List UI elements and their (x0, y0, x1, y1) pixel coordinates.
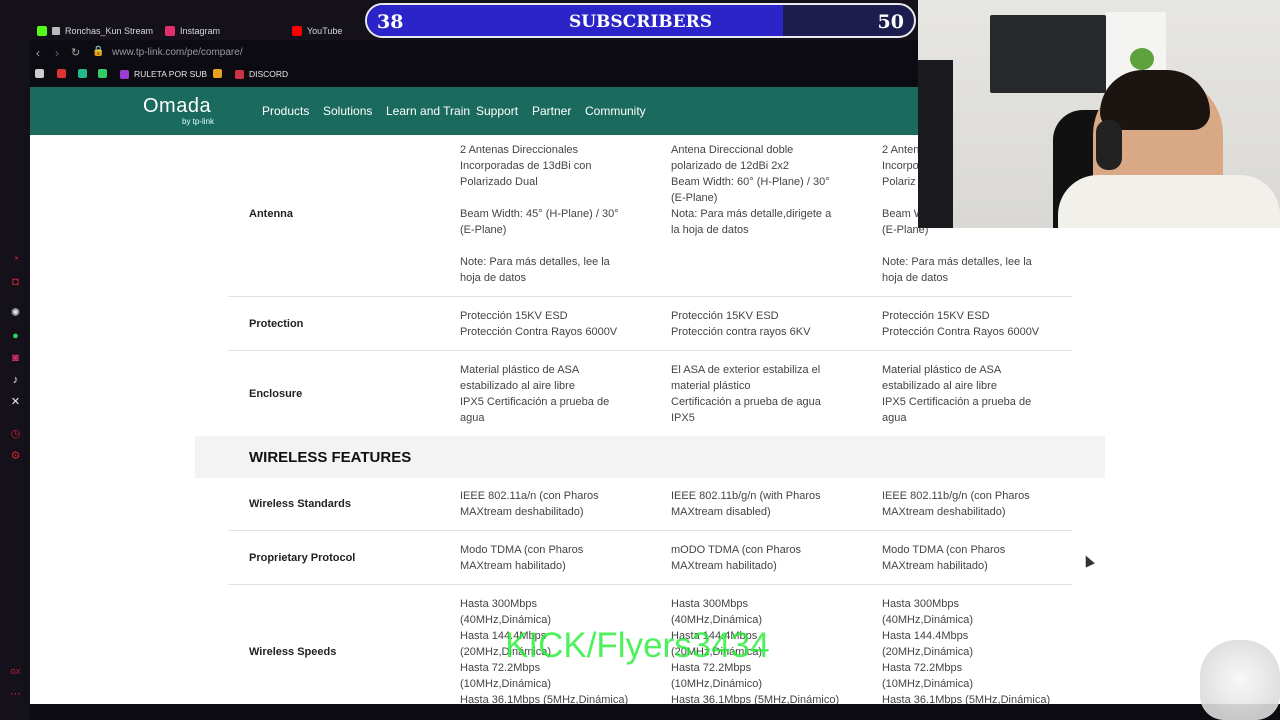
subscriber-goal: 50 (877, 11, 904, 33)
stream-screen: ◯ ◔ ◘ ✺ ● ◙ ♪ ✕ ◷ ⚙ GX ⋯ Ronchas_Kun Str… (0, 0, 1280, 720)
glass-object (1200, 640, 1280, 720)
url-field[interactable]: www.tp-link.com/pe/compare/ (112, 47, 243, 58)
bookmarks-bar: RULETA POR SUB DISCORD (30, 66, 918, 84)
spec-cell: El ASA de exterior estabiliza el materia… (671, 364, 821, 424)
nav-community[interactable]: Community (585, 104, 646, 118)
bookmark-icon-4[interactable] (98, 69, 107, 78)
tab-label: Ronchas_Kun Stream (65, 26, 154, 36)
nav-support[interactable]: Support (476, 104, 518, 118)
shirt-shape (1058, 175, 1280, 228)
spec-cell: mODO TDMA (con Pharos MAXtream habilitad… (671, 544, 801, 572)
logo-tagline: by tp-link (182, 117, 215, 126)
spec-cell: IEEE 802.11b/g/n (with Pharos MAXtream d… (671, 490, 821, 518)
browser-sidebar: ◯ ◔ ◘ ✺ ● ◙ ♪ ✕ ◷ ⚙ GX ⋯ (0, 0, 30, 720)
whatsapp-icon[interactable]: ● (9, 330, 22, 343)
plant-shape (1130, 48, 1154, 70)
kick-icon (37, 26, 47, 36)
row-label-enclosure: Enclosure (249, 388, 303, 400)
nav-learn-and-train[interactable]: Learn and Train (386, 104, 470, 118)
bookmark-label: RULETA POR SUB (134, 69, 208, 79)
discord-icon (235, 69, 244, 79)
spec-cell: Material plástico de ASA estabilizado al… (882, 364, 1032, 424)
speed-dial-icon[interactable]: ◔ (9, 253, 22, 266)
webcam-overlay (918, 0, 1280, 228)
spec-cell: IEEE 802.11b/g/n (con Pharos MAXtream de… (882, 490, 1030, 518)
row-label-wireless-standards: Wireless Standards (249, 498, 351, 510)
nav-solutions[interactable]: Solutions (323, 104, 372, 118)
tv-shape (990, 15, 1106, 93)
section-title: WIRELESS FEATURES (249, 449, 412, 466)
bookmark-icon-1[interactable] (35, 69, 44, 78)
stream-watermark: KICK/Flyers3434 (505, 626, 770, 665)
history-icon[interactable]: ◷ (9, 428, 22, 441)
bookmark-label: DISCORD (249, 69, 289, 79)
tab-instagram[interactable]: Instagram (165, 24, 220, 38)
bookmark-icon-2[interactable] (57, 69, 66, 78)
spec-cell: 2 Antenas Direccionales Incorporadas de … (460, 144, 619, 284)
spec-cell: Modo TDMA (con Pharos MAXtream habilitad… (882, 544, 1006, 572)
ruleta-icon (120, 69, 129, 79)
spec-cell: IEEE 802.11a/n (con Pharos MAXtream desh… (460, 490, 599, 518)
spec-cell: Protección 15KV ESD Protección Contra Ra… (460, 310, 618, 338)
bookmark-icon-3[interactable] (78, 69, 87, 78)
instagram-icon (165, 26, 175, 36)
gx-icon[interactable]: GX (9, 666, 22, 679)
spec-cell: Hasta 300Mbps (40MHz,Dinámica) Hasta 144… (882, 598, 1051, 704)
nav-products[interactable]: Products (262, 104, 309, 118)
reload-icon[interactable]: ↻ (71, 46, 80, 59)
youtube-icon (292, 26, 302, 36)
spec-cell: Material plástico de ASA estabilizado al… (460, 364, 610, 424)
more-icon[interactable]: ⋯ (9, 688, 22, 701)
omada-logo[interactable]: Omada (143, 95, 211, 118)
subscriber-goal-bar: SUBSCRIBERS 38 50 (365, 3, 916, 38)
row-divider (228, 530, 1072, 531)
spec-cell: Protección 15KV ESD Protección contra ra… (671, 310, 811, 338)
spec-cell: Modo TDMA (con Pharos MAXtream habilitad… (460, 544, 584, 572)
nav-partner[interactable]: Partner (532, 104, 571, 118)
coat-shape (918, 60, 953, 228)
back-icon[interactable]: ‹ (36, 46, 40, 60)
instagram-icon[interactable]: ◙ (9, 352, 22, 365)
forward-icon[interactable]: › (55, 46, 59, 60)
speaker-icon[interactable] (52, 27, 60, 35)
headset-shape (1096, 120, 1122, 170)
tiktok-icon[interactable]: ♪ (9, 374, 22, 387)
address-bar: ‹ › ↻ 🔒 www.tp-link.com/pe/compare/ (30, 43, 918, 63)
bookmark-icon-5[interactable] (213, 69, 222, 78)
chatgpt-icon[interactable]: ✺ (9, 307, 22, 320)
subscriber-count: 38 (377, 11, 404, 33)
tab-label: Instagram (180, 26, 221, 36)
row-divider (228, 296, 1072, 297)
spec-cell: Protección 15KV ESD Protección Contra Ra… (882, 310, 1040, 338)
ai-icon[interactable]: ◘ (9, 276, 22, 289)
row-label-proprietary-protocol: Proprietary Protocol (249, 552, 356, 564)
tab-youtube[interactable]: YouTube (292, 24, 342, 38)
row-divider (228, 350, 1072, 351)
subscriber-label: SUBSCRIBERS (568, 12, 713, 32)
tab-label: YouTube (307, 26, 343, 36)
row-label-protection: Protection (249, 318, 304, 330)
spec-cell: Antena Direccional doble polarizado de 1… (671, 144, 832, 236)
bookmark-ruleta[interactable]: RULETA POR SUB (120, 69, 207, 79)
x-icon[interactable]: ✕ (9, 396, 22, 409)
settings-icon[interactable]: ⚙ (9, 450, 22, 463)
tab-kick-stream[interactable]: Ronchas_Kun Stream (37, 24, 153, 38)
bookmark-discord[interactable]: DISCORD (235, 69, 288, 79)
row-label-wireless-speeds: Wireless Speeds (249, 646, 337, 658)
row-divider (228, 584, 1072, 585)
lock-icon: 🔒 (92, 46, 105, 57)
row-label-antenna: Antenna (249, 208, 293, 220)
